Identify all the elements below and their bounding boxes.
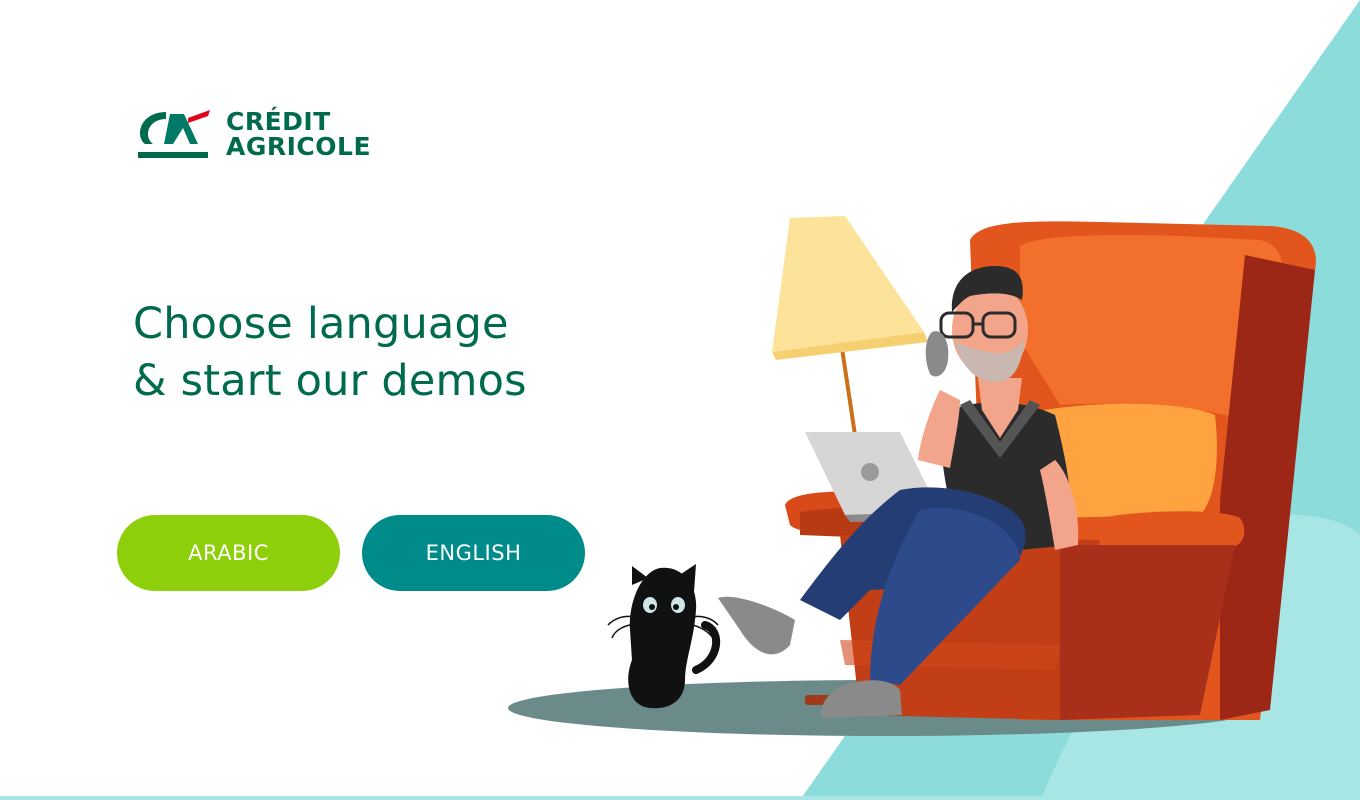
brand-name: CRÉDIT AGRICOLE [226,109,371,159]
arabic-language-button[interactable]: ARABIC [117,515,340,591]
brand-logo[interactable]: CRÉDIT AGRICOLE [136,104,406,164]
language-selection-page: CRÉDIT AGRICOLE Choose language & start … [0,0,1360,800]
brand-name-line1: CRÉDIT [226,107,331,136]
page-title-line1: Choose language [133,299,509,349]
page-title-line2: & start our demos [133,356,527,406]
credit-agricole-logo-icon [138,110,210,158]
brand-name-line2: AGRICOLE [226,132,372,161]
page-title: Choose language & start our demos [133,296,527,410]
bottom-accent-line [0,796,1360,800]
man-on-armchair-with-laptop-and-cat-illustration [508,216,1316,736]
floor-lamp [772,216,928,436]
